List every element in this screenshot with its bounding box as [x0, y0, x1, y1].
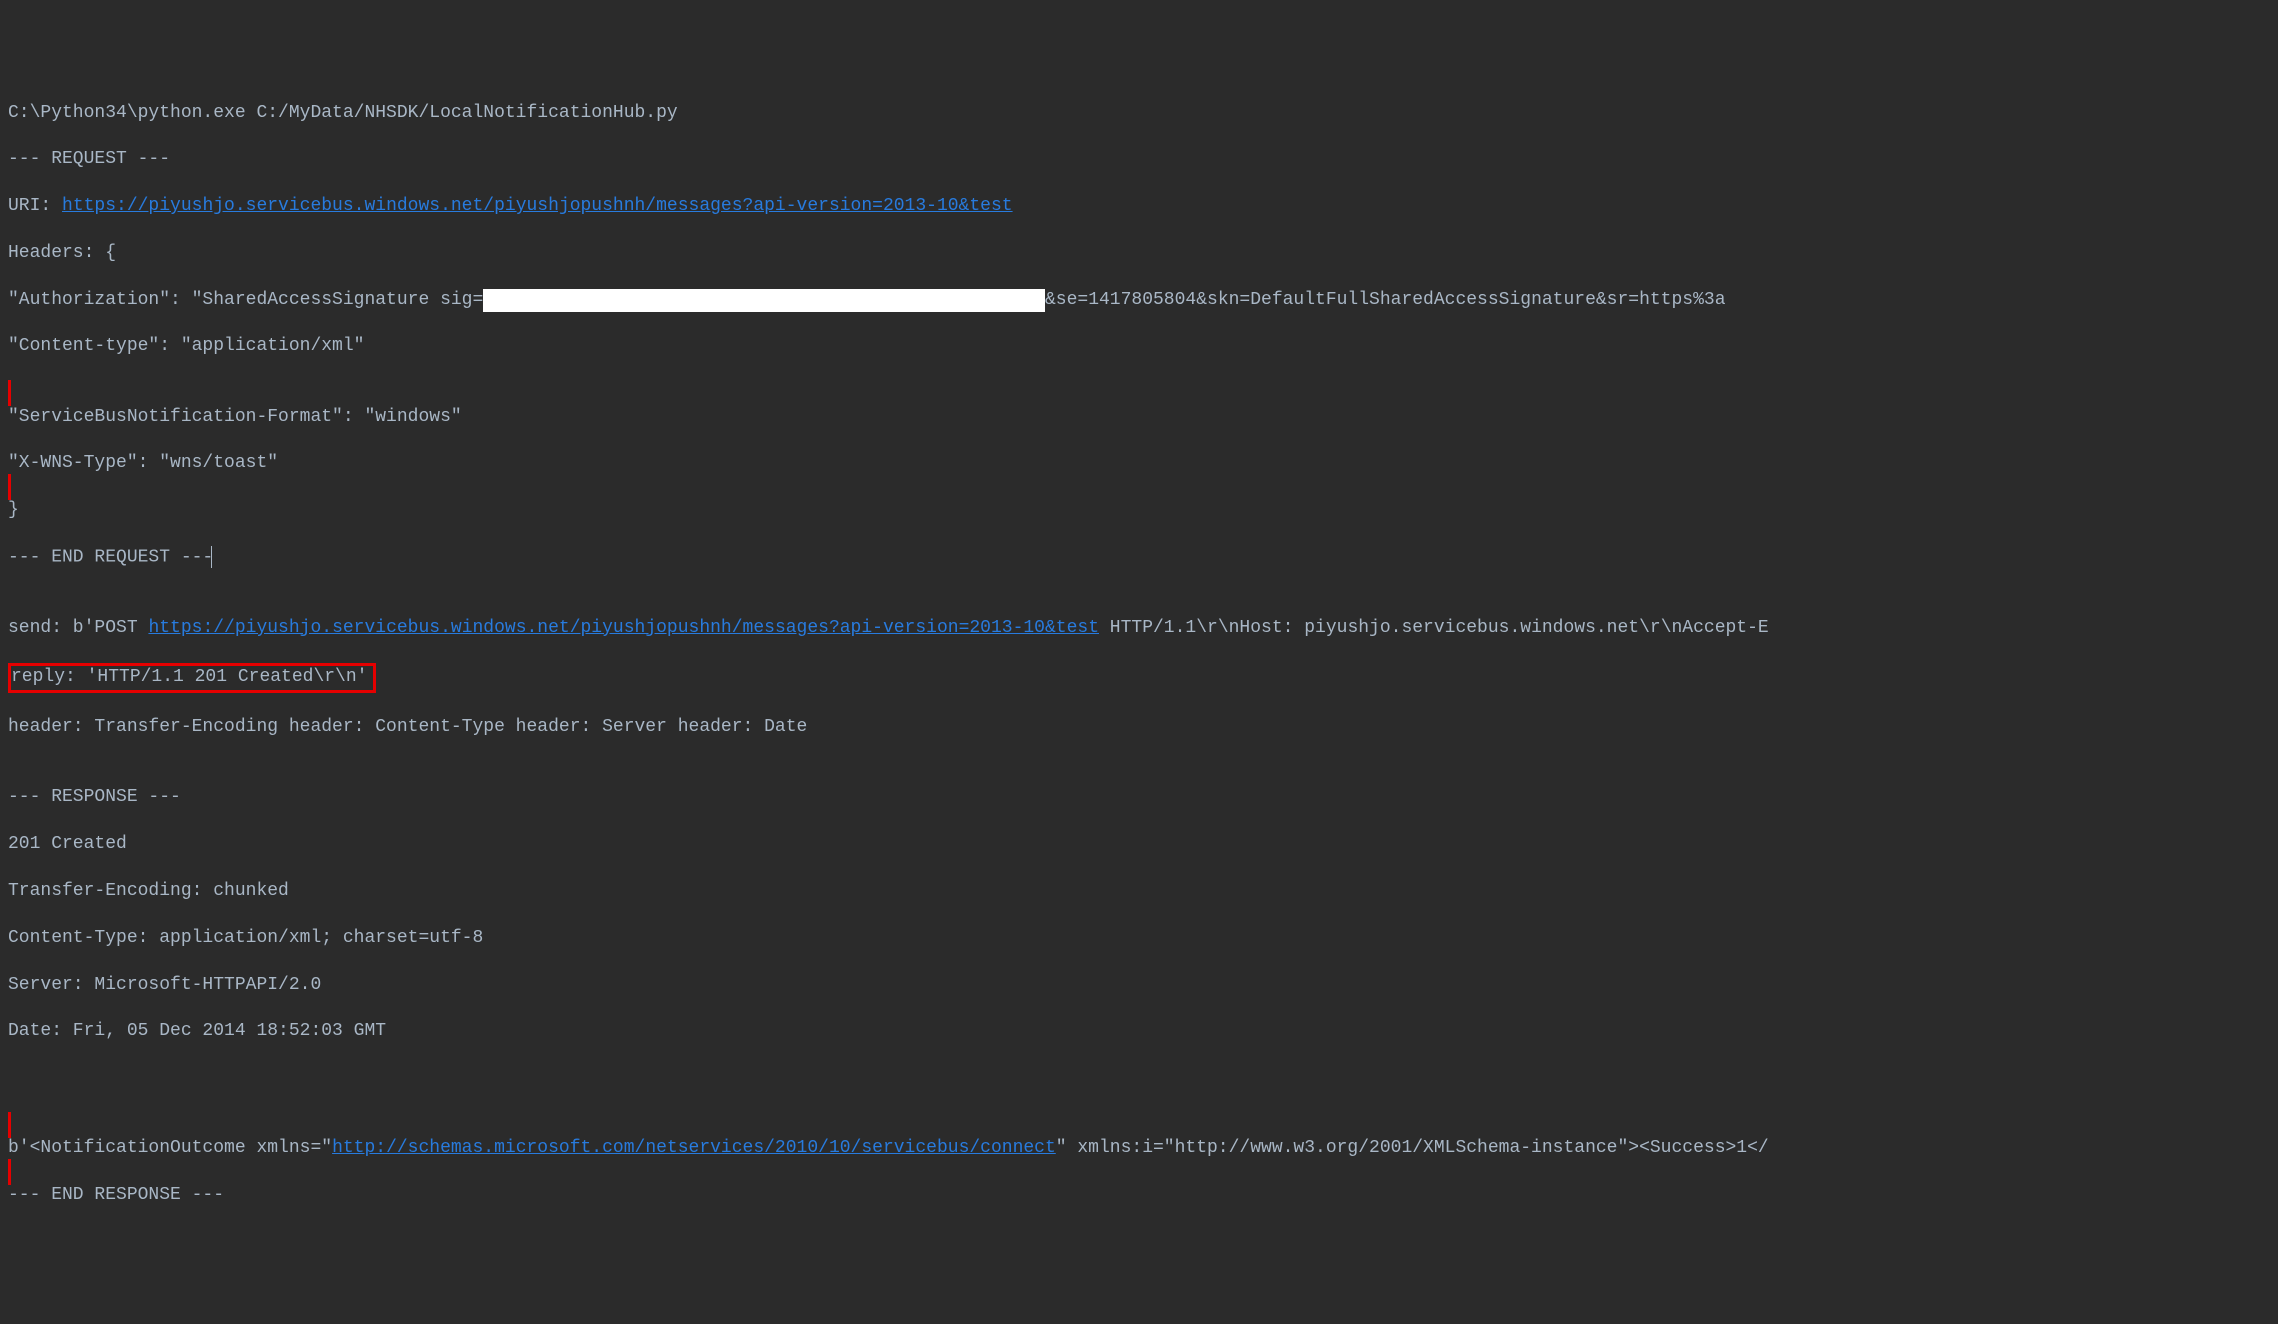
- text-cursor: [211, 546, 212, 568]
- auth-suffix: &se=1417805804&skn=DefaultFullSharedAcce…: [1045, 290, 1726, 310]
- headers-open: Headers: {: [8, 242, 2270, 265]
- response-content-type: Content-Type: application/xml; charset=u…: [8, 927, 2270, 950]
- notification-outcome: b'<NotificationOutcome xmlns="http://sch…: [8, 1137, 2270, 1160]
- uri-label: URI:: [8, 196, 62, 216]
- command-line: C:\Python34\python.exe C:/MyData/NHSDK/L…: [8, 102, 2270, 125]
- date-header: Date: Fri, 05 Dec 2014 18:52:03 GMT: [8, 1020, 2270, 1043]
- auth-prefix: "Authorization": "SharedAccessSignature …: [8, 290, 483, 310]
- header-summary: header: Transfer-Encoding header: Conten…: [8, 716, 2270, 739]
- server-header: Server: Microsoft-HTTPAPI/2.0: [8, 974, 2270, 997]
- content-type-header: "Content-type": "application/xml": [8, 335, 2270, 358]
- headers-close: }: [8, 499, 2270, 522]
- end-response-marker: --- END RESPONSE ---: [8, 1184, 2270, 1207]
- authorization-header: "Authorization": "SharedAccessSignature …: [8, 289, 2270, 312]
- send-prefix: send: b'POST: [8, 618, 148, 638]
- outcome-prefix: b'<NotificationOutcome xmlns=": [8, 1138, 332, 1158]
- response-marker: --- RESPONSE ---: [8, 786, 2270, 809]
- send-link[interactable]: https://piyushjo.servicebus.windows.net/…: [148, 618, 1099, 638]
- send-line: send: b'POST https://piyushjo.servicebus…: [8, 617, 2270, 640]
- reply-text: reply: 'HTTP/1.1 201 Created\r\n': [11, 667, 367, 687]
- sbn-format-header: "ServiceBusNotification-Format": "window…: [8, 406, 2270, 429]
- outcome-schema-link[interactable]: http://schemas.microsoft.com/netservices…: [332, 1138, 1056, 1158]
- status-line: 201 Created: [8, 833, 2270, 856]
- uri-link[interactable]: https://piyushjo.servicebus.windows.net/…: [62, 196, 1013, 216]
- request-marker: --- REQUEST ---: [8, 148, 2270, 171]
- outcome-suffix: " xmlns:i="http://www.w3.org/2001/XMLSch…: [1056, 1138, 1769, 1158]
- xwns-type-header: "X-WNS-Type": "wns/toast": [8, 452, 2270, 475]
- transfer-encoding: Transfer-Encoding: chunked: [8, 880, 2270, 903]
- uri-line: URI: https://piyushjo.servicebus.windows…: [8, 195, 2270, 218]
- auth-redacted: C%2BuukNG6pHHb405Cw92S%2BI7o5u2D-IHSO/H2…: [483, 289, 1045, 312]
- send-suffix: HTTP/1.1\r\nHost: piyushjo.servicebus.wi…: [1099, 618, 1769, 638]
- end-request-marker: --- END REQUEST ---: [8, 546, 2270, 570]
- reply-line: reply: 'HTTP/1.1 201 Created\r\n': [8, 663, 2270, 692]
